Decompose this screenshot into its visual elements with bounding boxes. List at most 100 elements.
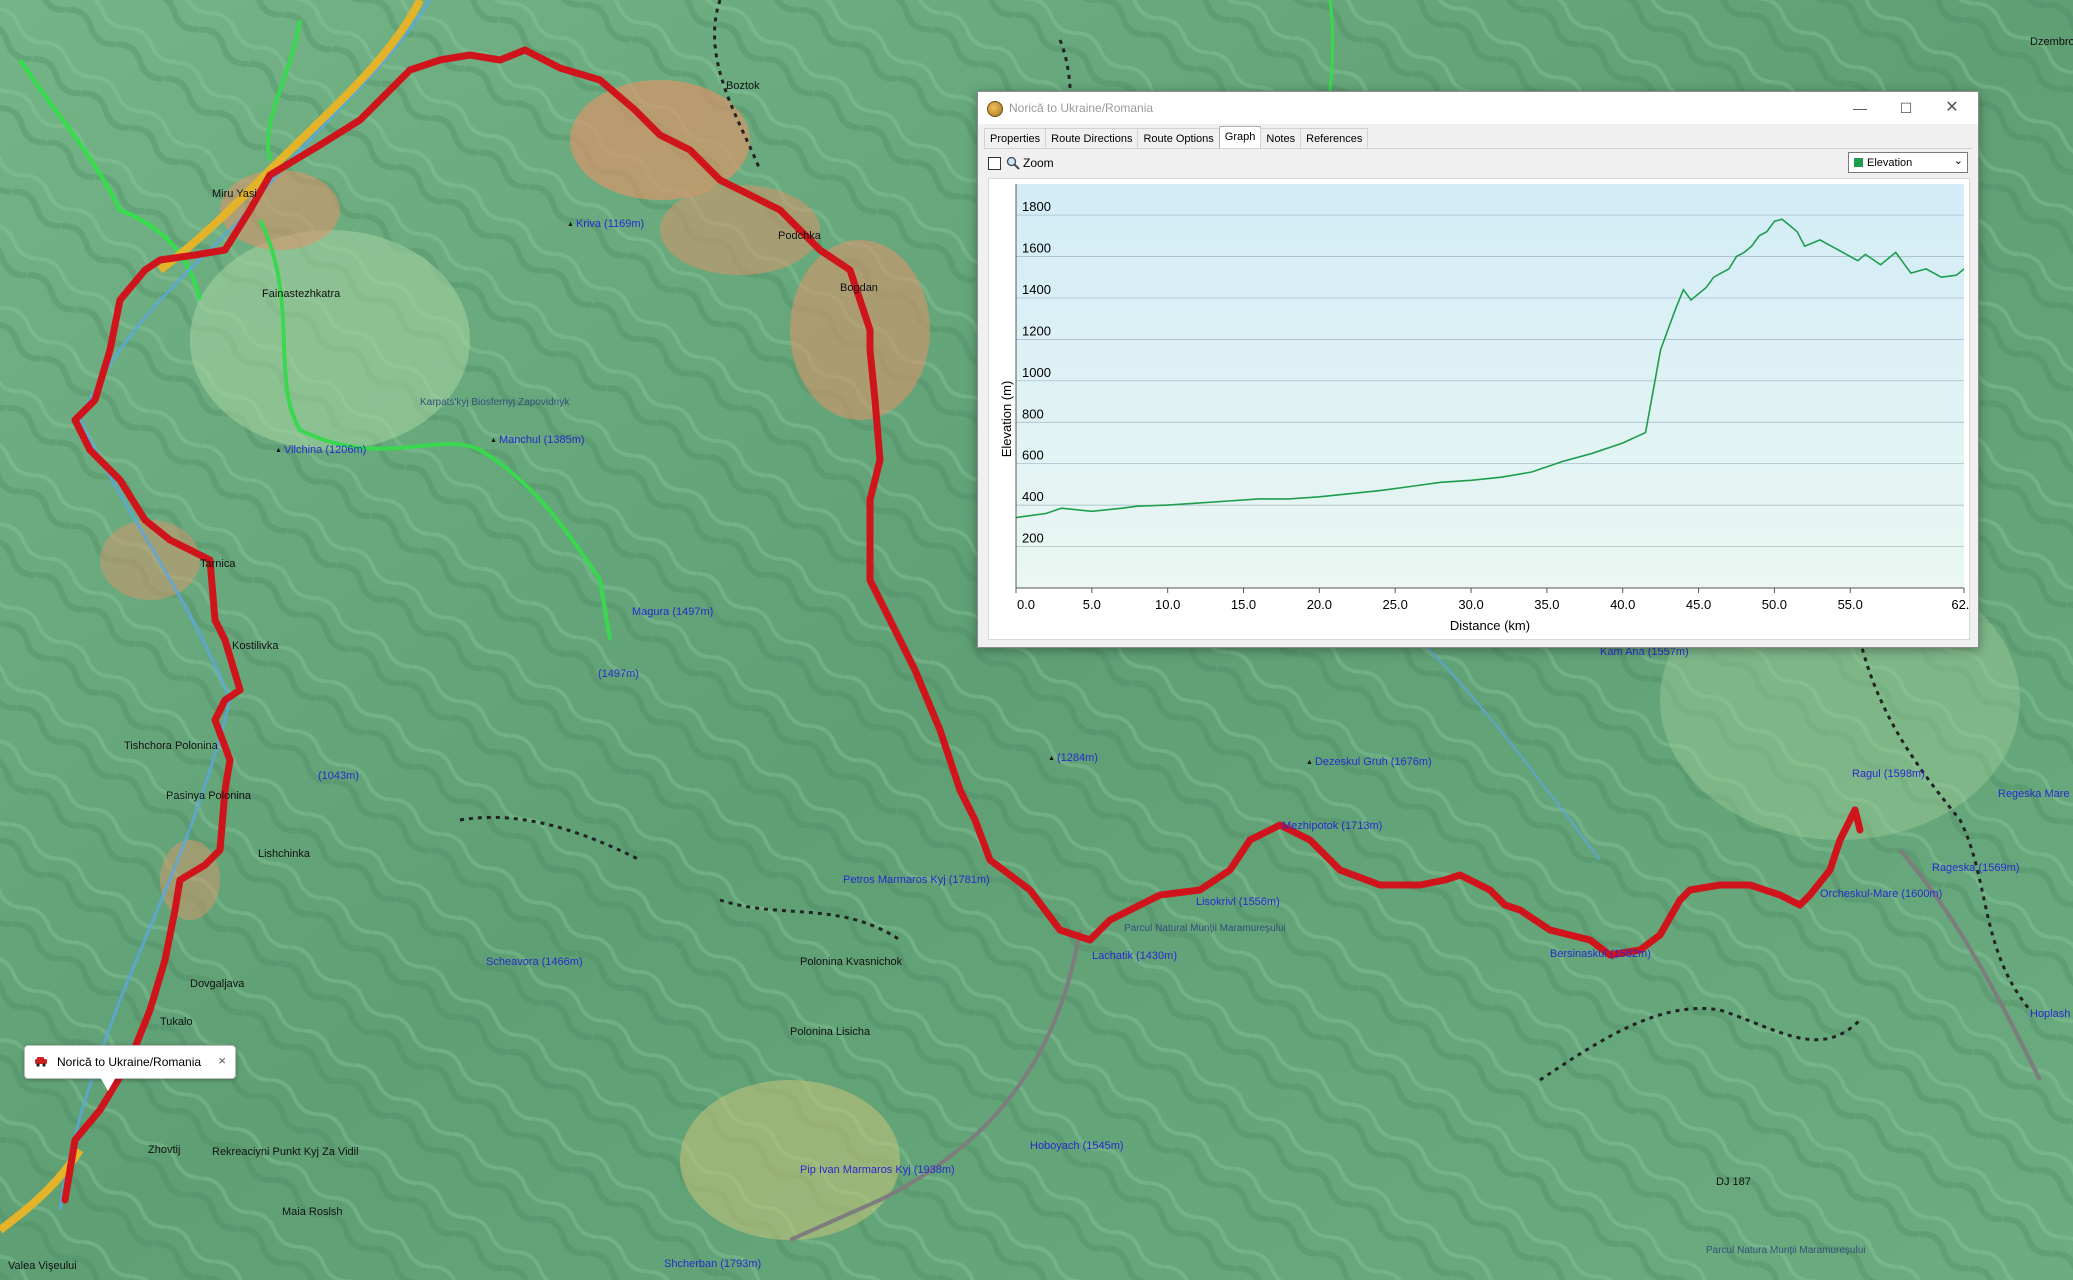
tooltip-tail: [100, 1077, 116, 1091]
map-label: Magura (1497m): [632, 606, 714, 618]
y-tick-label: 800: [1022, 406, 1044, 421]
tab-route-options[interactable]: Route Options: [1137, 128, 1220, 149]
map-label: Scheavora (1466m): [486, 956, 583, 968]
magnifier-icon: [1006, 156, 1020, 170]
map-label: Hoplash (159: [2030, 1008, 2073, 1020]
zoom-label: Zoom: [1023, 156, 1054, 170]
map-label: Lisokrivl (1556m): [1196, 896, 1280, 908]
map-label: Tukalo: [160, 1016, 193, 1028]
y-tick-label: 1000: [1022, 365, 1051, 380]
route-tooltip-label: Norică to Ukraine/Romania: [57, 1055, 202, 1069]
map-label: (1284m): [1048, 752, 1098, 765]
route-tooltip[interactable]: Norică to Ukraine/Romania ×: [24, 1045, 236, 1091]
x-tick-label: 45.0: [1686, 597, 1711, 612]
map-label: (1497m): [598, 668, 639, 680]
x-tick-label: 0.0: [1017, 597, 1035, 612]
map-label: Regeska Mare: [1998, 788, 2070, 800]
y-tick-label: 1200: [1022, 323, 1051, 338]
tab-bar: Properties Route Directions Route Option…: [984, 126, 1369, 149]
map-label: Bersinaskul (1582m): [1550, 948, 1651, 960]
map-label: Lishchinka: [258, 848, 310, 860]
map-label: Shcherban (1793m): [664, 1258, 762, 1270]
map-label: Polonina Lisicha: [790, 1026, 871, 1038]
elevation-chart-svg: 200 400 600 800 1000 1200 1400 1600 1800 0.0 5.0 1…: [999, 184, 1969, 633]
zoom-checkbox[interactable]: [988, 156, 1001, 170]
plot-background: [1016, 184, 1964, 588]
map-label: Pip Ivan Marmaros Kyj (1938m): [800, 1164, 955, 1176]
window-title: Norică to Ukraine/Romania: [1009, 101, 1154, 115]
x-tick-label: 20.0: [1307, 597, 1332, 612]
map-label: Dzembro: [2030, 36, 2073, 48]
map-label: Podchka: [778, 230, 821, 242]
car-icon: [35, 1057, 47, 1067]
tab-graph[interactable]: Graph: [1218, 126, 1262, 149]
map-label: Parcul Natural Munţii Maramureşului: [1124, 923, 1286, 934]
x-tick-label: 62.5: [1951, 597, 1969, 612]
x-tick-label: 5.0: [1083, 597, 1101, 612]
minimize-button[interactable]: —: [1838, 96, 1882, 120]
map-label: DJ 187: [1716, 1176, 1751, 1188]
map-label: Lachatik (1430m): [1092, 950, 1177, 962]
series-dropdown[interactable]: Elevation ⌄: [1848, 152, 1968, 173]
tab-properties[interactable]: Properties: [984, 128, 1047, 149]
map-label: Maia Roslsh: [282, 1206, 343, 1218]
map-label: Pasinya Polonina: [166, 790, 252, 802]
maximize-button[interactable]: ☐: [1884, 96, 1928, 120]
map-label: Vilchina (1206m): [275, 444, 366, 457]
map-label: Rekreaciyni Punkt Kyj Za Vidil: [212, 1146, 359, 1158]
x-tick-label: 30.0: [1458, 597, 1483, 612]
map-label: Dovgaljava: [190, 978, 245, 990]
y-tick-label: 1800: [1022, 199, 1051, 214]
map-label: Dezeskul Gruh (1676m): [1306, 756, 1432, 769]
map-label: Zhovtij: [148, 1144, 181, 1156]
map-label: Miru Yasi: [212, 188, 257, 200]
x-tick-label: 40.0: [1610, 597, 1635, 612]
x-tick-label: 35.0: [1534, 597, 1559, 612]
elevation-graph[interactable]: 200 400 600 800 1000 1200 1400 1600 1800 0.0 5.0 1…: [988, 178, 1970, 640]
map-label: Rageska (1569m): [1932, 862, 2020, 874]
x-tick-labels: 0.0 5.0 10.0 15.0 20.0 25.0 30.0 35.0 40.0 45.0 50…: [1017, 597, 1969, 612]
map-label: Kriva (1169m): [567, 218, 644, 231]
tab-divider: [984, 148, 1972, 149]
tooltip-close-button[interactable]: ×: [218, 1053, 226, 1068]
y-tick-label: 200: [1022, 531, 1044, 546]
y-tick-label: 1400: [1022, 282, 1051, 297]
series-swatch: [1854, 158, 1863, 167]
map-label: Petros Marmaros Kyj (1781m): [843, 874, 990, 886]
tab-notes[interactable]: Notes: [1260, 128, 1302, 149]
zoom-toggle[interactable]: Zoom: [988, 154, 1054, 172]
map-label: Boztok: [726, 80, 760, 92]
map-label: Mezhipotok (1713m): [1282, 820, 1383, 832]
map-label: Tarnica: [200, 558, 236, 570]
map-label: Hoboyach (1545m): [1030, 1140, 1124, 1152]
y-tick-label: 600: [1022, 448, 1044, 463]
map-label: Ragul (1598m): [1852, 768, 1925, 780]
y-tick-label: 1600: [1022, 241, 1051, 256]
map-label: Karpats'kyj Biosfernyj Zapovidnyk: [420, 397, 570, 408]
map-label: Kostilivka: [232, 640, 279, 652]
close-button[interactable]: ✕: [1930, 96, 1974, 120]
x-tick-label: 25.0: [1383, 597, 1408, 612]
map-label: Parcul Natura Munţii Maramureşului: [1706, 1245, 1866, 1256]
y-tick-label: 400: [1022, 489, 1044, 504]
map-label: Tishchora Polonina: [124, 740, 218, 752]
map-label: Orcheskul-Mare (1600m): [1820, 888, 1943, 900]
x-tick-label: 15.0: [1231, 597, 1256, 612]
x-axis-title: Distance (km): [1450, 618, 1530, 633]
map-label: Valea Vişeului: [8, 1260, 77, 1272]
chevron-down-icon: ⌄: [1953, 155, 1963, 167]
x-tick-label: 50.0: [1762, 597, 1787, 612]
map-label: (1043m): [318, 770, 359, 782]
series-selected-label: Elevation: [1867, 156, 1913, 169]
x-tick-label: 10.0: [1155, 597, 1180, 612]
x-tick-label: 55.0: [1838, 597, 1863, 612]
app-icon: [987, 101, 1003, 117]
tab-references[interactable]: References: [1300, 128, 1369, 149]
y-axis-title: Elevation (m): [999, 381, 1014, 458]
map-label: Polonina Kvasnichok: [800, 956, 903, 968]
map-label: Bogdan: [840, 282, 878, 294]
window-titlebar[interactable]: Norică to Ukraine/Romania — ☐ ✕: [978, 92, 1978, 124]
route-properties-window: Norică to Ukraine/Romania — ☐ ✕ Properti…: [977, 91, 1979, 648]
tab-route-directions[interactable]: Route Directions: [1045, 128, 1139, 149]
map-label: Fainastezhkatra: [262, 288, 341, 300]
